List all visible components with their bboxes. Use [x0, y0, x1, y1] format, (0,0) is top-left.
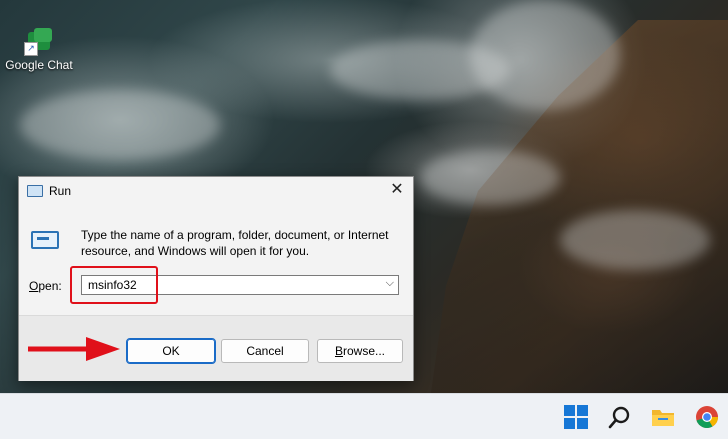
red-arrow-annotation	[28, 337, 120, 361]
dialog-titlebar[interactable]: Run ✕	[19, 177, 413, 205]
chevron-down-icon[interactable]: ⌵	[386, 277, 394, 290]
browse-button[interactable]: Browse...	[317, 339, 403, 363]
google-chat-icon: ↗	[24, 26, 54, 56]
dialog-description: Type the name of a program, folder, docu…	[81, 228, 389, 258]
wallpaper-fog	[560, 210, 710, 270]
cancel-button[interactable]: Cancel	[221, 339, 309, 363]
close-button[interactable]: ✕	[385, 179, 409, 201]
desktop-shortcut-label: Google Chat	[5, 58, 73, 72]
file-explorer-icon[interactable]	[650, 404, 676, 430]
chrome-icon[interactable]	[694, 404, 720, 430]
ok-button[interactable]: OK	[126, 338, 216, 364]
dialog-title: Run	[49, 184, 72, 198]
run-icon	[31, 229, 59, 249]
wallpaper-fog	[20, 90, 220, 160]
taskbar	[0, 393, 728, 439]
wallpaper-fog	[470, 0, 620, 110]
desktop-shortcut-google-chat[interactable]: ↗ Google Chat	[4, 26, 74, 72]
run-app-icon	[27, 185, 43, 197]
open-label: Open:	[29, 279, 62, 293]
highlight-box	[70, 266, 158, 304]
search-icon[interactable]	[607, 404, 633, 430]
windows-start-icon[interactable]	[563, 404, 589, 430]
wallpaper-fog	[420, 150, 560, 205]
